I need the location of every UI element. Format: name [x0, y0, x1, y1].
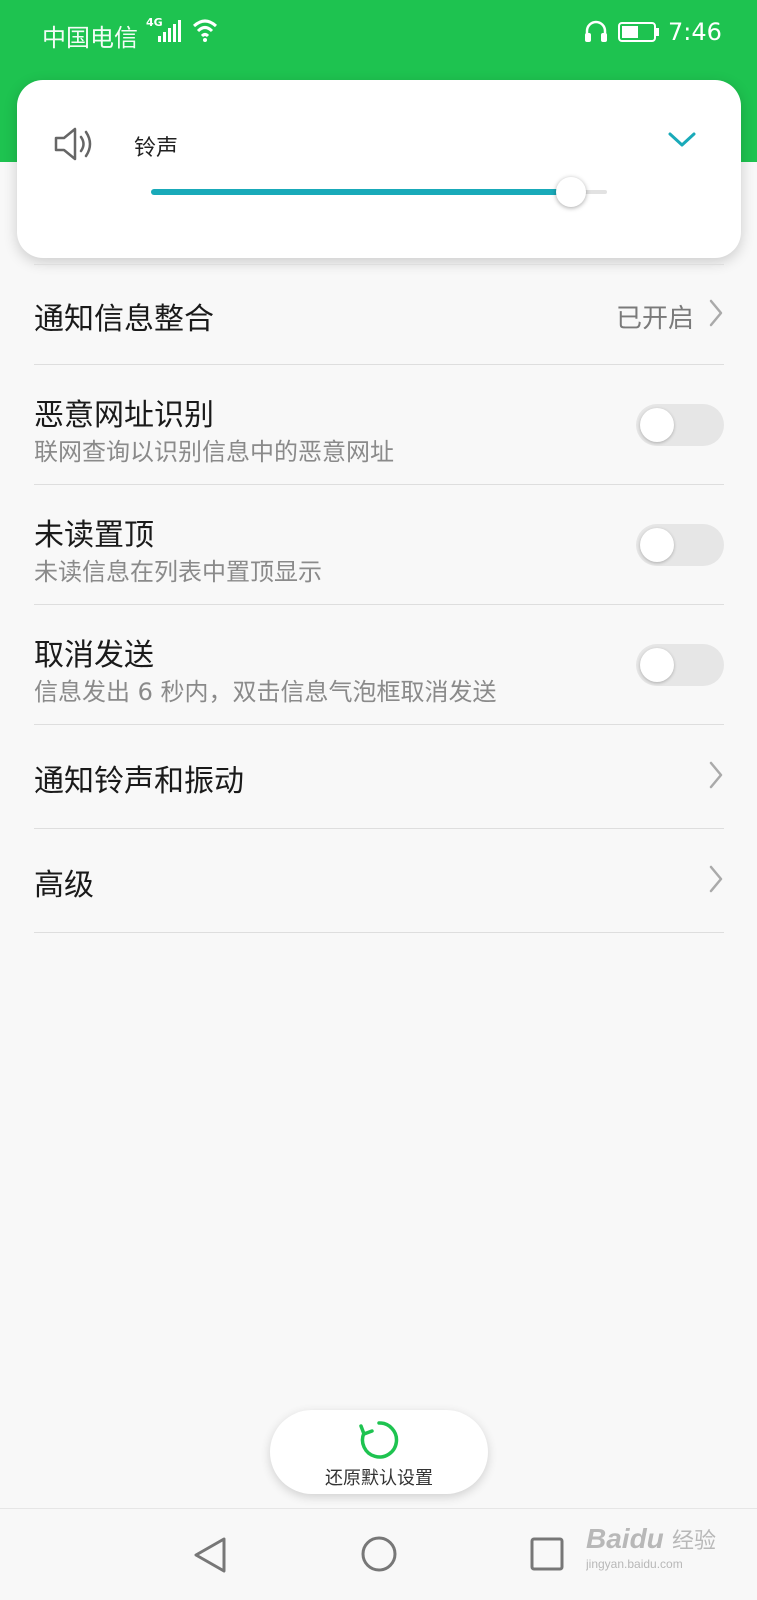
restore-defaults-button[interactable]: 还原默认设置	[270, 1410, 488, 1494]
settings-screen: 中国电信 4G 7:46 铃声 通知信息整合 已开启 恶意网址识别 联网查询以识…	[0, 0, 757, 1600]
chevron-right-icon	[709, 299, 723, 327]
setting-row-malicious-url[interactable]: 恶意网址识别 联网查询以识别信息中的恶意网址	[34, 364, 724, 484]
chevron-right-icon	[709, 761, 723, 789]
volume-panel: 铃声	[17, 80, 741, 258]
svg-text:经验: 经验	[672, 1529, 716, 1554]
row-title: 通知信息整合	[34, 302, 214, 337]
unread-top-toggle[interactable]	[636, 524, 724, 566]
back-icon[interactable]	[192, 1535, 228, 1575]
row-title: 未读置顶	[34, 518, 154, 553]
setting-row-unread-top[interactable]: 未读置顶 未读信息在列表中置顶显示	[34, 484, 724, 604]
svg-text:jingyan.baidu.com: jingyan.baidu.com	[586, 1557, 683, 1571]
setting-row-notification-merge[interactable]: 通知信息整合 已开启	[34, 264, 724, 364]
clock: 7:46	[668, 18, 722, 46]
malicious-url-toggle[interactable]	[636, 404, 724, 446]
status-row: 中国电信 4G 7:46	[0, 0, 757, 64]
restore-label: 还原默认设置	[325, 1468, 433, 1489]
home-icon[interactable]	[360, 1535, 398, 1573]
toggle-knob	[640, 648, 674, 682]
headphone-icon	[585, 20, 607, 42]
restore-icon	[359, 1421, 399, 1459]
divider	[34, 932, 724, 933]
svg-text:Baidu: Baidu	[586, 1523, 664, 1554]
battery-icon	[618, 22, 659, 42]
setting-row-cancel-send[interactable]: 取消发送 信息发出 6 秒内，双击信息气泡框取消发送	[34, 604, 724, 724]
row-title: 恶意网址识别	[34, 398, 214, 433]
row-title: 通知铃声和振动	[34, 764, 244, 799]
chevron-right-icon	[709, 865, 723, 893]
chevron-down-icon[interactable]	[667, 130, 697, 150]
recent-apps-icon[interactable]	[530, 1537, 564, 1571]
signal-icon	[158, 20, 181, 42]
status-value: 已开启	[615, 304, 694, 334]
row-title: 取消发送	[34, 638, 154, 673]
setting-row-advanced[interactable]: 高级	[34, 828, 724, 932]
toggle-knob	[640, 528, 674, 562]
row-title: 高级	[34, 868, 94, 903]
speaker-icon[interactable]	[53, 124, 97, 164]
carrier-name: 中国电信	[42, 24, 138, 52]
volume-slider[interactable]	[151, 176, 607, 208]
row-subtitle: 未读信息在列表中置顶显示	[34, 558, 322, 586]
slider-fill	[151, 189, 571, 195]
volume-label: 铃声	[134, 136, 179, 161]
cancel-send-toggle[interactable]	[636, 644, 724, 686]
row-subtitle: 信息发出 6 秒内，双击信息气泡框取消发送	[34, 678, 497, 706]
slider-thumb[interactable]	[556, 177, 586, 207]
row-subtitle: 联网查询以识别信息中的恶意网址	[34, 438, 394, 466]
toggle-knob	[640, 408, 674, 442]
wifi-icon	[192, 19, 218, 42]
watermark-logo: Baidu 经验 jingyan.baidu.com	[586, 1523, 716, 1571]
setting-row-ringtone-vibration[interactable]: 通知铃声和振动	[34, 724, 724, 828]
